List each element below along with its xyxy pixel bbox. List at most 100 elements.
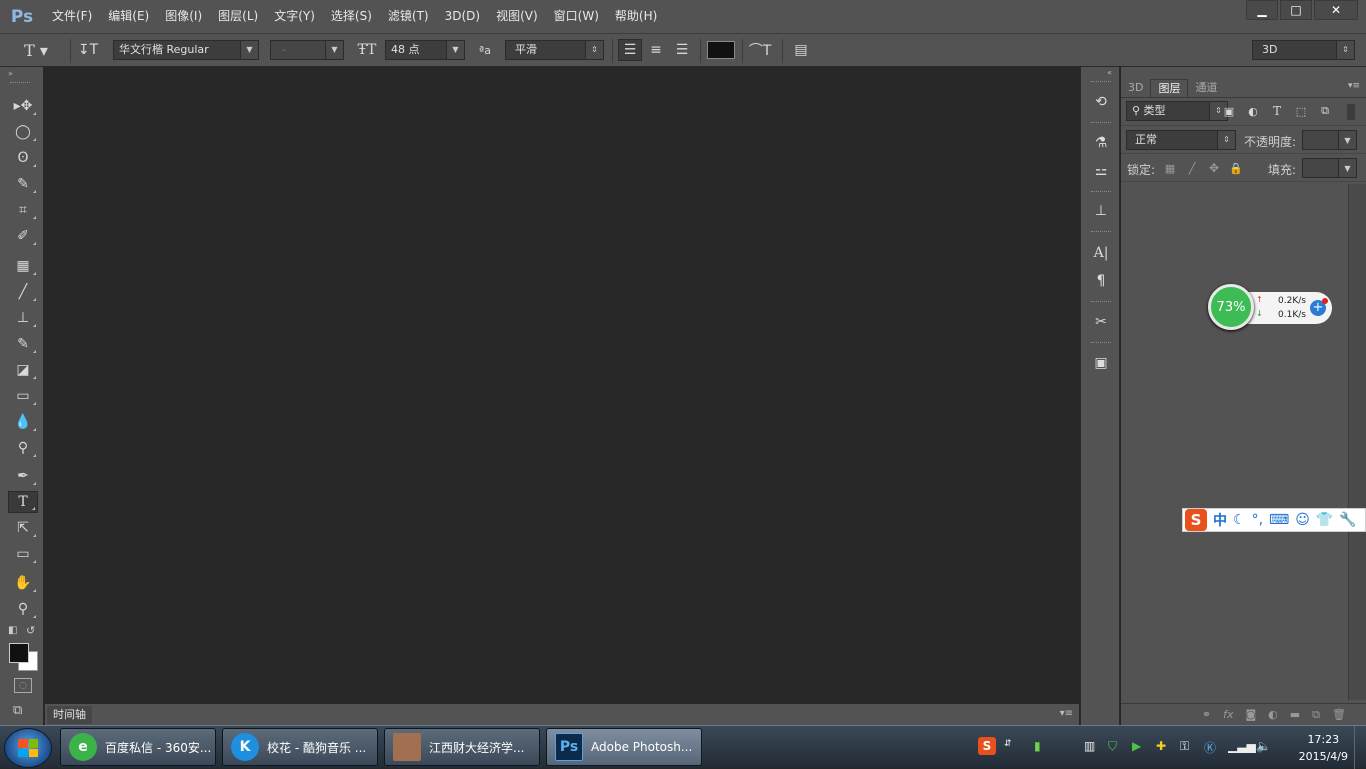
type-tool-preset-icon[interactable]: T ▾ bbox=[24, 40, 48, 60]
text-color-swatch[interactable] bbox=[707, 41, 735, 59]
align-right-icon[interactable]: ☰ bbox=[671, 39, 693, 61]
add-mask-icon[interactable]: ◙ bbox=[1245, 708, 1256, 721]
punctuation-icon[interactable]: °, bbox=[1252, 512, 1263, 528]
align-center-icon[interactable]: ≡ bbox=[645, 39, 667, 61]
font-size-select[interactable]: 48 点 ▼ bbox=[385, 40, 465, 60]
show-hidden-icons[interactable]: ⇵ bbox=[1004, 739, 1012, 749]
lock-all-icon[interactable]: 🔒 bbox=[1229, 160, 1243, 176]
link-layers-icon[interactable]: ⚭ bbox=[1202, 708, 1211, 721]
keyboard-icon[interactable]: ⌨ bbox=[1269, 512, 1289, 528]
navigator-icon[interactable]: ▣ bbox=[1089, 352, 1113, 374]
taskbar-item[interactable]: K 校花 - 酷狗音乐 ... bbox=[222, 728, 378, 766]
document-area[interactable] bbox=[45, 67, 1079, 703]
paragraph-icon[interactable]: ¶ bbox=[1089, 270, 1113, 292]
move-tool-icon[interactable]: ▸✥ bbox=[8, 95, 38, 117]
healing-brush-tool-icon[interactable]: ▦ bbox=[8, 255, 38, 277]
menu-item[interactable]: 编辑(E) bbox=[100, 0, 157, 33]
adjustment-layer-icon[interactable]: ◐ bbox=[1268, 708, 1278, 721]
menu-item[interactable]: 选择(S) bbox=[323, 0, 380, 33]
volume-icon[interactable]: 🔈 bbox=[1256, 739, 1271, 753]
adjustment-filter-icon[interactable]: ◐ bbox=[1245, 102, 1261, 120]
menu-item[interactable]: 文字(Y) bbox=[266, 0, 323, 33]
shield-icon[interactable]: ⛉ bbox=[1108, 739, 1117, 754]
grip[interactable] bbox=[10, 82, 30, 84]
filter-toggle[interactable] bbox=[1347, 104, 1355, 120]
shape-filter-icon[interactable]: ⬚ bbox=[1293, 102, 1309, 120]
brush-presets-icon[interactable]: ⚗ bbox=[1089, 132, 1113, 154]
filter-kind-select[interactable]: ⚲ 类型 ⇕ bbox=[1126, 101, 1228, 121]
timeline-tab[interactable]: 时间轴 bbox=[47, 706, 92, 724]
battery-icon[interactable]: ▮ bbox=[1034, 739, 1041, 753]
marquee-tool-icon[interactable]: ◯ bbox=[8, 121, 38, 143]
taskbar-item[interactable]: 江西财大经济学... bbox=[384, 728, 540, 766]
character-icon[interactable]: A| bbox=[1089, 242, 1113, 264]
usb-icon[interactable]: ⚿ bbox=[1180, 739, 1189, 754]
grip[interactable] bbox=[1091, 81, 1111, 83]
hand-tool-icon[interactable]: ✋ bbox=[8, 572, 38, 594]
gradient-tool-icon[interactable]: ▭ bbox=[8, 385, 38, 407]
menu-item[interactable]: 视图(V) bbox=[488, 0, 546, 33]
layers-list[interactable] bbox=[1121, 184, 1346, 700]
expand-panels-icon[interactable]: « bbox=[1107, 68, 1112, 77]
skin-icon[interactable]: 👕 bbox=[1316, 512, 1333, 528]
clipboard-icon[interactable]: ▥ bbox=[1084, 739, 1095, 753]
layers-scrollbar[interactable] bbox=[1348, 184, 1366, 700]
grip[interactable] bbox=[1091, 342, 1111, 344]
play-icon[interactable]: ▶ bbox=[1132, 739, 1141, 753]
menu-item[interactable]: 3D(D) bbox=[437, 0, 488, 33]
minimize-button[interactable]: ▁ bbox=[1246, 0, 1278, 20]
network-icon[interactable]: ▁▃▅ bbox=[1228, 739, 1256, 753]
user-icon[interactable]: ☺ bbox=[1295, 512, 1310, 528]
grip[interactable] bbox=[1091, 301, 1111, 303]
path-select-tool-icon[interactable]: ⇱ bbox=[8, 517, 38, 539]
new-group-icon[interactable]: ▬ bbox=[1290, 708, 1300, 721]
grip[interactable] bbox=[1091, 191, 1111, 193]
tool-presets-icon[interactable]: ✂ bbox=[1089, 311, 1113, 333]
quick-mask-icon[interactable]: ◌ bbox=[14, 678, 32, 693]
lock-transparent-icon[interactable]: ▦ bbox=[1163, 160, 1177, 176]
antialias-select[interactable]: 平滑 ⇕ bbox=[505, 40, 604, 60]
blend-mode-select[interactable]: 正常 ⇕ bbox=[1126, 130, 1236, 150]
rectangle-tool-icon[interactable]: ▭ bbox=[8, 543, 38, 565]
maximize-button[interactable]: □ bbox=[1280, 0, 1312, 20]
moon-icon[interactable]: ☾ bbox=[1233, 512, 1246, 528]
opacity-input[interactable]: ▼ bbox=[1302, 130, 1357, 150]
clock[interactable]: 17:23 2015/4/9 bbox=[1299, 731, 1348, 765]
kugou-tray-icon[interactable]: Ⓚ bbox=[1204, 739, 1216, 756]
collapse-toolbar-icon[interactable]: » bbox=[8, 69, 13, 78]
font-style-select[interactable]: - ▼ bbox=[270, 40, 344, 60]
delete-layer-icon[interactable]: 🗑 bbox=[1332, 708, 1346, 721]
zoom-tool-icon[interactable]: ⚲ bbox=[8, 598, 38, 620]
type-tool-icon[interactable]: T bbox=[8, 491, 38, 513]
menu-item[interactable]: 窗口(W) bbox=[546, 0, 607, 33]
warp-text-icon[interactable]: ⌒T bbox=[749, 40, 772, 60]
network-speed-widget[interactable]: ↑ 0.2K/s ↓ 0.1K/s + 73% bbox=[1208, 284, 1332, 330]
menu-item[interactable]: 帮助(H) bbox=[607, 0, 665, 33]
tab-channels[interactable]: 通道 bbox=[1188, 79, 1224, 97]
type-filter-icon[interactable]: T bbox=[1269, 102, 1285, 120]
menu-item[interactable]: 图层(L) bbox=[210, 0, 266, 33]
swap-colors-icon[interactable]: ↺ bbox=[26, 624, 35, 637]
pixel-filter-icon[interactable]: ▣ bbox=[1221, 102, 1237, 120]
character-panel-icon[interactable]: ▤ bbox=[790, 40, 812, 60]
lasso-tool-icon[interactable]: ʘ bbox=[8, 147, 38, 169]
dodge-tool-icon[interactable]: ⚲ bbox=[8, 437, 38, 459]
start-button[interactable] bbox=[4, 728, 52, 768]
memory-usage-badge[interactable]: 73% bbox=[1208, 284, 1254, 330]
align-left-icon[interactable]: ☰ bbox=[618, 39, 642, 61]
sogou-tray-icon[interactable]: S bbox=[978, 737, 996, 755]
menu-item[interactable]: 滤镜(T) bbox=[380, 0, 437, 33]
panel-menu-icon[interactable]: ▾≡ bbox=[1348, 81, 1360, 91]
history-panel-icon[interactable]: ⟲ bbox=[1089, 91, 1113, 113]
tab-layers[interactable]: 图层 bbox=[1150, 79, 1189, 97]
font-family-select[interactable]: 华文行楷 Regular ▼ bbox=[113, 40, 259, 60]
fill-input[interactable]: ▼ bbox=[1302, 158, 1357, 178]
new-layer-icon[interactable]: ⧉ bbox=[1312, 708, 1320, 722]
ime-mode[interactable]: 中 bbox=[1213, 510, 1227, 530]
menu-item[interactable]: 文件(F) bbox=[44, 0, 100, 33]
taskbar-item[interactable]: e 百度私信 - 360安... bbox=[60, 728, 216, 766]
plus-circle-icon[interactable]: ✚ bbox=[1156, 739, 1166, 753]
grip[interactable] bbox=[1091, 231, 1111, 233]
close-button[interactable]: ✕ bbox=[1314, 0, 1358, 20]
crop-tool-icon[interactable]: ⌗ bbox=[8, 199, 38, 221]
